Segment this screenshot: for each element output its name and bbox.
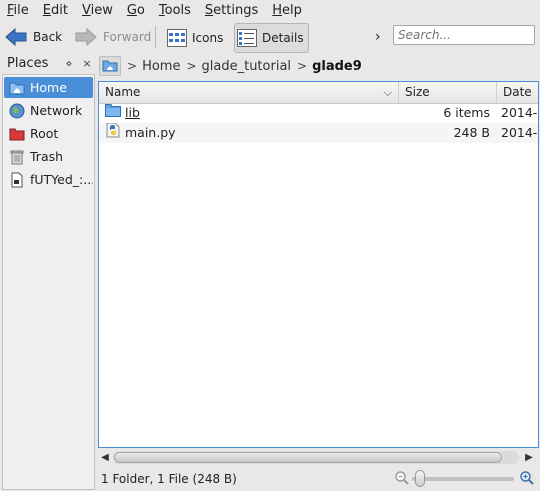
column-date[interactable]: Date [497, 82, 538, 103]
breadcrumb-separator: > [186, 59, 197, 73]
back-arrow-icon [5, 28, 27, 46]
horizontal-scrollbar[interactable]: ◀ ▶ [99, 449, 539, 466]
file-name[interactable]: main.py [125, 123, 176, 143]
folder-icon [105, 103, 125, 123]
zoom-out-icon[interactable] [394, 470, 410, 486]
places-panel: Home Network Root Trash fUTYed_:... [2, 74, 95, 490]
place-item-home[interactable]: Home [4, 77, 93, 98]
breadcrumb-item-home[interactable]: Home [142, 59, 180, 74]
icons-view-button[interactable]: Icons [164, 23, 228, 53]
breadcrumb-item-glade-tutorial[interactable]: glade_tutorial [202, 59, 292, 74]
toolbar-overflow-button[interactable]: › [375, 23, 381, 51]
close-panel-icon[interactable]: × [80, 57, 94, 70]
breadcrumb: > Home > glade_tutorial > glade9 [98, 54, 540, 78]
place-item-device[interactable]: fUTYed_:... [4, 169, 93, 190]
scrollbar-thumb[interactable] [114, 452, 502, 463]
place-item-trash[interactable]: Trash [4, 146, 93, 167]
file-size: 6 items [443, 105, 490, 120]
scroll-right-icon[interactable]: ▶ [523, 451, 535, 464]
file-date: 2014- [501, 105, 538, 120]
column-header: Name ⌵ Size Date [99, 82, 538, 104]
scroll-left-icon[interactable]: ◀ [99, 451, 111, 464]
forward-arrow-icon [75, 28, 97, 46]
file-name[interactable]: lib [125, 103, 140, 123]
chevron-down-icon: ⌵ [383, 86, 392, 99]
menu-bar: File Edit View Go Tools Settings Help [0, 0, 540, 22]
status-text: 1 Folder, 1 File (248 B) [101, 472, 237, 486]
zoom-slider-track[interactable] [412, 477, 514, 481]
details-view-icon [237, 29, 257, 47]
zoom-in-icon[interactable] [519, 470, 535, 486]
forward-button[interactable]: Forward [75, 23, 151, 51]
globe-icon [9, 103, 25, 119]
column-size[interactable]: Size [399, 82, 497, 103]
file-size: 248 B [453, 125, 490, 140]
menu-view[interactable]: View [75, 0, 120, 22]
places-title: Places [7, 55, 49, 71]
file-date: 2014- [501, 125, 538, 140]
breadcrumb-separator: > [297, 59, 308, 73]
menu-settings[interactable]: Settings [198, 0, 265, 22]
chevron-right-icon: › [375, 29, 381, 45]
zoom-slider-handle[interactable] [415, 470, 425, 487]
place-item-root[interactable]: Root [4, 123, 93, 144]
back-button[interactable]: Back [5, 23, 62, 51]
table-row[interactable]: lib 6 items 2014- [99, 103, 538, 123]
breadcrumb-root-button[interactable] [99, 56, 121, 76]
details-view-button[interactable]: Details [234, 23, 309, 53]
menu-help[interactable]: Help [265, 0, 309, 22]
column-name[interactable]: Name ⌵ [99, 82, 399, 103]
home-folder-icon [9, 80, 25, 96]
places-header: Places ⋄ × [2, 54, 94, 72]
table-row[interactable]: main.py 248 B 2014- [99, 123, 538, 143]
icons-view-icon [167, 29, 187, 47]
search-input[interactable] [393, 25, 535, 45]
trash-icon [9, 149, 25, 165]
float-panel-icon[interactable]: ⋄ [62, 57, 76, 70]
home-icon [102, 58, 118, 75]
menu-go[interactable]: Go [120, 0, 152, 22]
file-icon [9, 172, 25, 188]
place-item-network[interactable]: Network [4, 100, 93, 121]
python-file-icon [105, 123, 125, 143]
menu-file[interactable]: File [0, 0, 36, 22]
menu-edit[interactable]: Edit [36, 0, 75, 22]
toolbar-separator [155, 26, 156, 48]
breadcrumb-separator: > [127, 59, 138, 73]
breadcrumb-current[interactable]: glade9 [312, 59, 362, 74]
menu-tools[interactable]: Tools [152, 0, 198, 22]
file-list-view: Name ⌵ Size Date lib 6 items 2014- main.… [98, 81, 539, 448]
red-folder-icon [9, 126, 25, 142]
